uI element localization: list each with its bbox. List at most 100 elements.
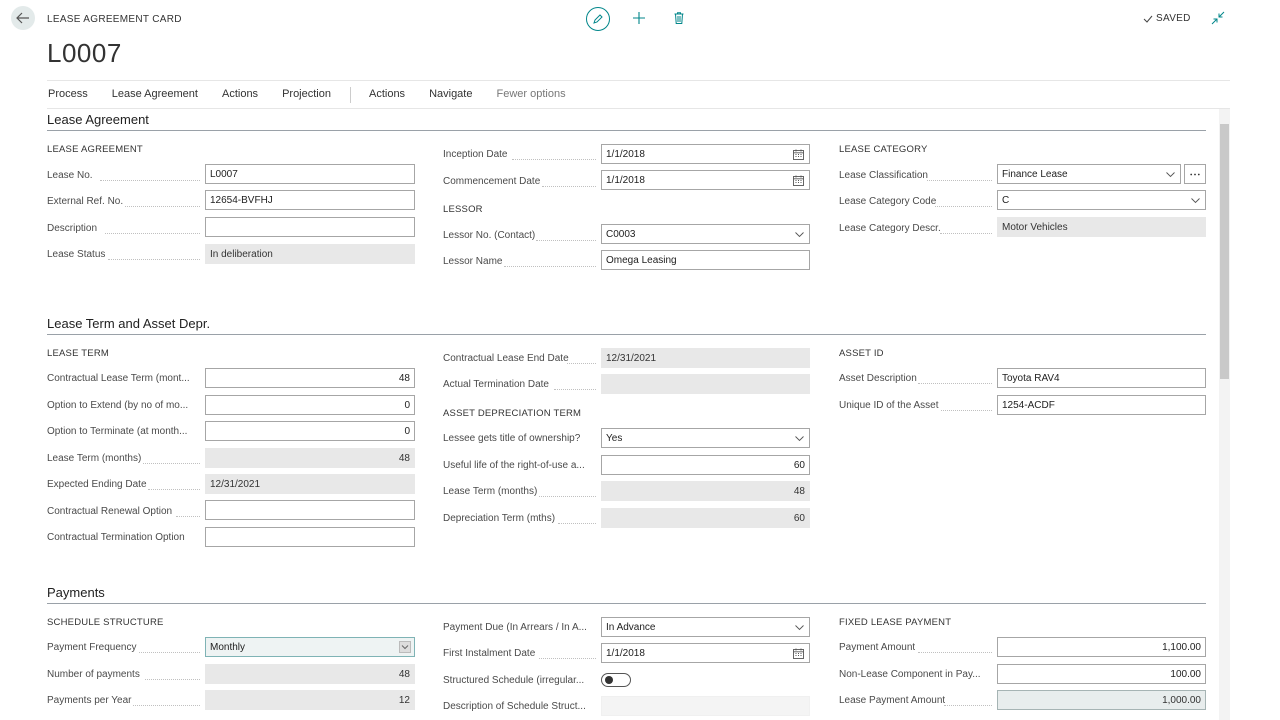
lease-term-months-2-field: 48	[601, 481, 810, 501]
section-title-lease-term[interactable]: Lease Term and Asset Depr.	[47, 316, 210, 331]
label-leader	[935, 206, 992, 207]
payment-due-value: In Advance	[606, 621, 656, 633]
lease-classification-value: Finance Lease	[1002, 168, 1068, 180]
calendar-icon[interactable]	[793, 648, 804, 659]
label-payment-frequency: Payment Frequency	[47, 642, 137, 653]
label-payment-amount: Payment Amount	[839, 642, 916, 653]
calendar-icon[interactable]	[793, 149, 804, 160]
label-leader	[539, 658, 596, 659]
schedule-structure-descr-field	[601, 696, 810, 716]
label-leader	[539, 496, 596, 497]
action-lease-agreement[interactable]: Lease Agreement	[112, 88, 198, 102]
lessor-no-value: C0003	[606, 228, 636, 240]
title-of-ownership-value: Yes	[606, 432, 623, 444]
option-to-terminate-field[interactable]: 0	[205, 421, 415, 441]
section-divider	[47, 334, 1206, 335]
label-leader	[558, 523, 596, 524]
unique-id-field[interactable]: 1254-ACDF	[997, 395, 1206, 415]
label-unique-id: Unique ID of the Asset	[839, 400, 939, 411]
dropdown-toggle[interactable]	[399, 641, 411, 653]
label-lease-no: Lease No.	[47, 170, 93, 181]
label-lease-category-descr: Lease Category Descr.	[839, 223, 941, 234]
group-schedule-structure: SCHEDULE STRUCTURE	[47, 617, 164, 628]
trash-icon	[674, 12, 684, 24]
label-lease-term-months-2: Lease Term (months)	[443, 486, 538, 497]
contractual-renewal-field[interactable]	[205, 500, 415, 520]
payment-frequency-value: Monthly	[210, 641, 246, 653]
label-lease-payment-amount: Lease Payment Amount	[839, 695, 946, 706]
label-expected-ending-date: Expected Ending Date	[47, 479, 147, 490]
section-title-payments[interactable]: Payments	[47, 585, 105, 600]
action-fewer-options[interactable]: Fewer options	[496, 88, 565, 102]
label-leader	[554, 389, 596, 390]
payment-due-select[interactable]: In Advance	[601, 617, 810, 637]
lease-no-field[interactable]: L0007	[205, 164, 415, 184]
lease-category-descr-field: Motor Vehicles	[997, 217, 1206, 237]
action-actions[interactable]: Actions	[222, 88, 258, 102]
edit-button[interactable]	[586, 7, 610, 31]
payment-frequency-select[interactable]: Monthly	[205, 637, 415, 657]
label-lessor-no: Lessor No. (Contact)	[443, 230, 536, 241]
depreciation-term-field: 60	[601, 508, 810, 528]
delete-button[interactable]	[670, 8, 688, 28]
action-projection[interactable]: Projection	[282, 88, 331, 102]
section-title-lease-agreement[interactable]: Lease Agreement	[47, 112, 149, 127]
back-button[interactable]	[11, 6, 35, 30]
action-bar-divider	[47, 108, 1230, 109]
section-divider	[47, 130, 1206, 131]
label-payments-per-year: Payments per Year	[47, 695, 132, 706]
checkmark-icon	[1143, 15, 1153, 23]
action-separator	[349, 87, 351, 103]
calendar-icon[interactable]	[793, 175, 804, 186]
action-process[interactable]: Process	[48, 88, 88, 102]
lessor-no-select[interactable]: C0003	[601, 224, 810, 244]
external-ref-field[interactable]: 12654-BVFHJ	[205, 190, 415, 210]
first-instalment-date-field[interactable]: 1/1/2018	[601, 643, 810, 663]
collapse-button[interactable]	[1211, 11, 1227, 27]
label-schedule-structure-descr: Description of Schedule Struct...	[443, 701, 586, 712]
scrollbar-thumb[interactable]	[1220, 124, 1229, 379]
label-external-ref: External Ref. No.	[47, 196, 124, 207]
inception-date-field[interactable]: 1/1/2018	[601, 144, 810, 164]
lease-status-field: In deliberation	[205, 244, 415, 264]
new-button[interactable]	[629, 8, 649, 28]
label-leader	[918, 652, 992, 653]
contractual-lease-term-field[interactable]: 48	[205, 368, 415, 388]
lessor-name-field[interactable]: Omega Leasing	[601, 250, 810, 270]
payment-amount-field[interactable]: 1,100.00	[997, 637, 1206, 657]
lease-category-code-select[interactable]: C	[997, 190, 1206, 210]
collapse-icon	[1211, 11, 1225, 25]
description-field[interactable]	[205, 217, 415, 237]
label-lease-term-months: Lease Term (months)	[47, 453, 142, 464]
non-lease-component-field[interactable]: 100.00	[997, 664, 1206, 684]
group-lease-agreement: LEASE AGREEMENT	[47, 144, 143, 155]
number-of-payments-field: 48	[205, 664, 415, 684]
label-actual-termination-date: Actual Termination Date	[443, 379, 549, 390]
arrow-left-icon	[16, 12, 29, 24]
title-of-ownership-select[interactable]: Yes	[601, 428, 810, 448]
toggle-knob	[605, 676, 613, 684]
label-leader	[941, 410, 992, 411]
asset-description-field[interactable]: Toyota RAV4	[997, 368, 1206, 388]
saved-status: SAVED	[1143, 13, 1191, 24]
label-lease-status: Lease Status	[47, 249, 106, 260]
label-leader	[504, 266, 596, 267]
payments-per-year-field: 12	[205, 690, 415, 710]
structured-schedule-toggle[interactable]	[601, 673, 631, 687]
page-caption: LEASE AGREEMENT CARD	[47, 14, 182, 25]
useful-life-field[interactable]: 60	[601, 455, 810, 475]
contractual-termination-field[interactable]	[205, 527, 415, 547]
action-navigate[interactable]: Navigate	[429, 88, 472, 102]
label-leader	[139, 652, 200, 653]
label-title-of-ownership: Lessee gets title of ownership?	[443, 433, 581, 444]
more-options-button[interactable]	[1184, 164, 1206, 184]
label-description: Description	[47, 223, 98, 234]
group-asset-id: ASSET ID	[839, 348, 884, 359]
lease-classification-select[interactable]: Finance Lease	[997, 164, 1181, 184]
chevron-down-icon	[1191, 198, 1200, 204]
commencement-date-field[interactable]: 1/1/2018	[601, 170, 810, 190]
action-actions-2[interactable]: Actions	[369, 88, 405, 102]
label-option-to-extend: Option to Extend (by no of mo...	[47, 400, 189, 411]
label-payment-due: Payment Due (In Arrears / In A...	[443, 622, 587, 633]
option-to-extend-field[interactable]: 0	[205, 395, 415, 415]
